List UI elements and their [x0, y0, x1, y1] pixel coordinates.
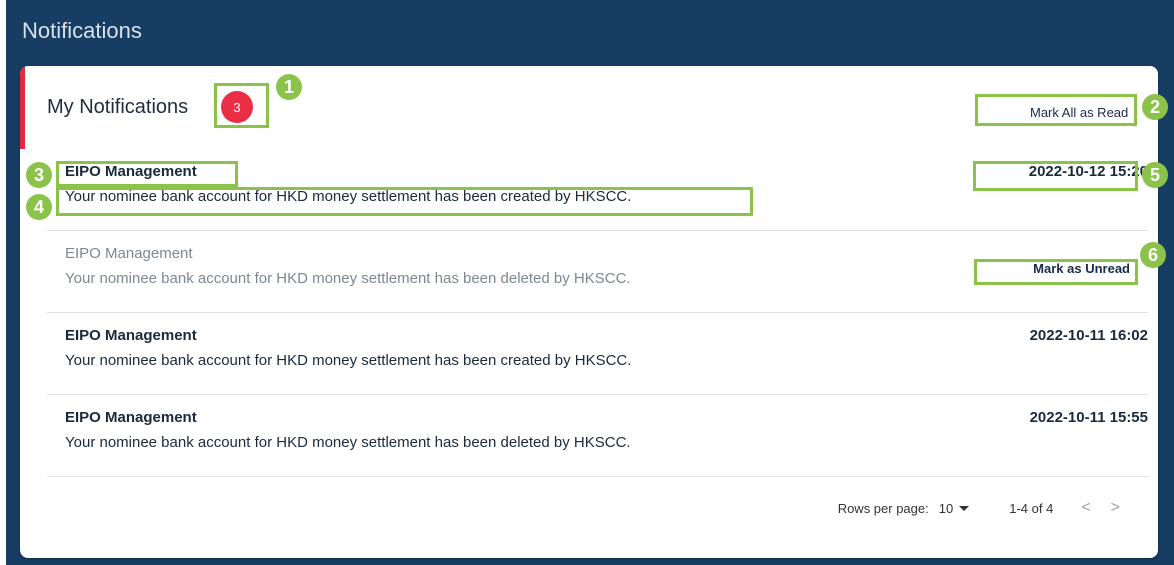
annotation-box-2 [975, 94, 1137, 126]
notification-source: EIPO Management [65, 327, 197, 344]
next-page-button[interactable]: > [1101, 499, 1130, 517]
annotation-marker-4: 4 [26, 194, 52, 220]
annotation-marker-1: 1 [276, 74, 302, 100]
notification-row[interactable]: EIPO Management Your nominee bank accoun… [47, 313, 1148, 395]
notification-time: 2022-10-11 16:02 [1029, 327, 1148, 344]
page-title: Notifications [22, 18, 142, 43]
annotation-marker-5: 5 [1142, 162, 1168, 188]
annotation-marker-3: 3 [26, 162, 52, 188]
caret-down-icon [959, 505, 970, 511]
row-divider [47, 476, 1148, 477]
notification-message: Your nominee bank account for HKD money … [65, 352, 632, 369]
rows-per-page-label: Rows per page: [837, 500, 929, 516]
notification-message: Your nominee bank account for HKD money … [65, 434, 631, 451]
annotation-box-4 [56, 187, 753, 216]
card-title: My Notifications [47, 96, 189, 118]
annotation-box-3 [56, 161, 238, 187]
rows-per-page-select[interactable]: 10 [938, 500, 970, 516]
notification-source: EIPO Management [65, 245, 193, 262]
card-accent-bar [20, 66, 25, 149]
annotation-box-1 [214, 83, 269, 128]
annotation-box-5 [973, 161, 1138, 191]
notifications-card: My Notifications 3 Mark All as Read EIPO… [20, 66, 1158, 558]
annotation-marker-6: 6 [1140, 242, 1166, 268]
annotation-marker-2: 2 [1142, 94, 1168, 120]
pagination-bar: Rows per page: 10 1-4 of 4 < > [838, 496, 1130, 520]
pagination-range: 1-4 of 4 [1009, 500, 1054, 516]
notification-source: EIPO Management [65, 409, 197, 426]
previous-page-button[interactable]: < [1071, 499, 1100, 517]
annotation-box-6 [974, 259, 1138, 285]
notification-time: 2022-10-11 15:55 [1029, 409, 1148, 426]
rows-per-page-value: 10 [938, 500, 954, 516]
notification-row[interactable]: EIPO Management Your nominee bank accoun… [47, 395, 1148, 477]
notification-message: Your nominee bank account for HKD money … [65, 270, 631, 287]
